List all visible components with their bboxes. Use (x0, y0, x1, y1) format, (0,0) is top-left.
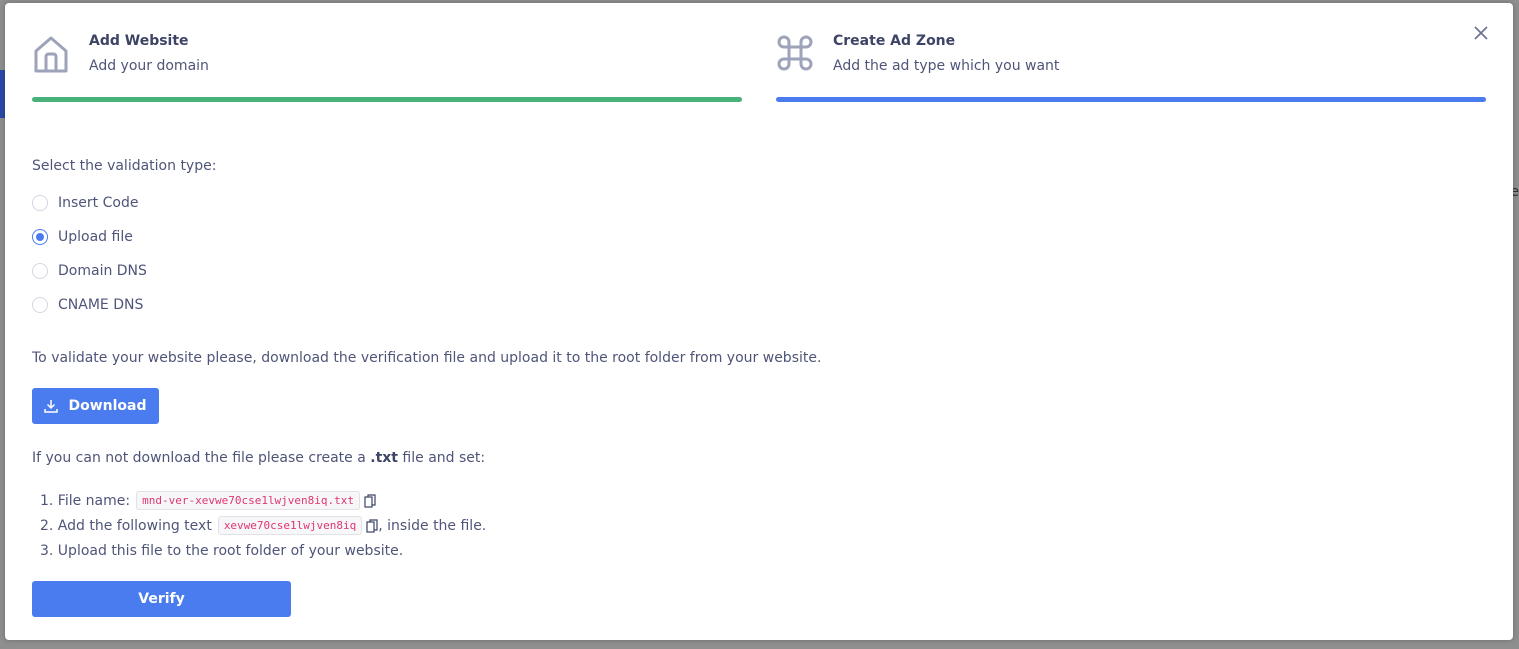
validation-label: Select the validation type: (32, 158, 217, 174)
fallback-prefix: If you can not download the file please … (32, 450, 371, 466)
radio-label: CNAME DNS (58, 297, 144, 313)
radio-button[interactable] (32, 229, 48, 245)
radio-cname-dns[interactable]: CNAME DNS (32, 295, 143, 315)
step-subtitle: Add your domain (89, 58, 209, 74)
step-title: Add Website (89, 33, 189, 49)
list-item: 1. File name: mnd-ver-xevwe70cse1lwjven8… (40, 488, 486, 513)
download-label: Download (68, 398, 147, 414)
verify-button[interactable]: Verify (32, 581, 291, 617)
token-code: xevwe70cse1lwjven8iq (217, 516, 363, 535)
instructions-list: 1. File name: mnd-ver-xevwe70cse1lwjven8… (40, 488, 486, 563)
copy-icon[interactable] (364, 493, 376, 508)
home-icon (34, 36, 68, 73)
radio-insert-code[interactable]: Insert Code (32, 193, 138, 213)
list-item: 2. Add the following text xevwe70cse1lwj… (40, 513, 486, 538)
list-item-text: 3. Upload this file to the root folder o… (40, 542, 404, 559)
step-add-website: Add Website Add your domain (32, 33, 742, 103)
step-create-ad-zone: Create Ad Zone Add the ad type which you… (776, 33, 1486, 103)
step-progress-bar (776, 97, 1486, 102)
step-title: Create Ad Zone (833, 33, 956, 49)
step-progress-bar (32, 97, 742, 102)
file-name-code: mnd-ver-xevwe70cse1lwjven8iq.txt (136, 491, 361, 510)
radio-label: Domain DNS (58, 263, 147, 279)
copy-icon[interactable] (366, 518, 378, 533)
download-button[interactable]: Download (32, 388, 159, 424)
radio-domain-dns[interactable]: Domain DNS (32, 261, 147, 281)
step-subtitle: Add the ad type which you want (833, 58, 1060, 74)
list-item-text: 1. File name: (40, 492, 131, 509)
radio-label: Insert Code (58, 195, 139, 211)
add-website-modal: Add Website Add your domain Create Ad Zo… (5, 3, 1513, 640)
list-item-text: , inside the file. (378, 517, 487, 534)
fallback-extension: .txt (370, 450, 398, 466)
radio-label: Upload file (58, 229, 133, 245)
radio-button[interactable] (32, 297, 48, 313)
fallback-suffix: file and set: (397, 450, 486, 466)
list-item: 3. Upload this file to the root folder o… (40, 538, 486, 563)
radio-upload-file[interactable]: Upload file (32, 227, 133, 247)
download-icon (44, 400, 59, 413)
list-item-text: 2. Add the following text (40, 517, 212, 534)
radio-button[interactable] (32, 195, 48, 211)
instructions-text: To validate your website please, downloa… (32, 350, 822, 366)
fallback-text: If you can not download the file please … (32, 450, 485, 466)
radio-button[interactable] (32, 263, 48, 279)
command-icon (777, 35, 813, 71)
